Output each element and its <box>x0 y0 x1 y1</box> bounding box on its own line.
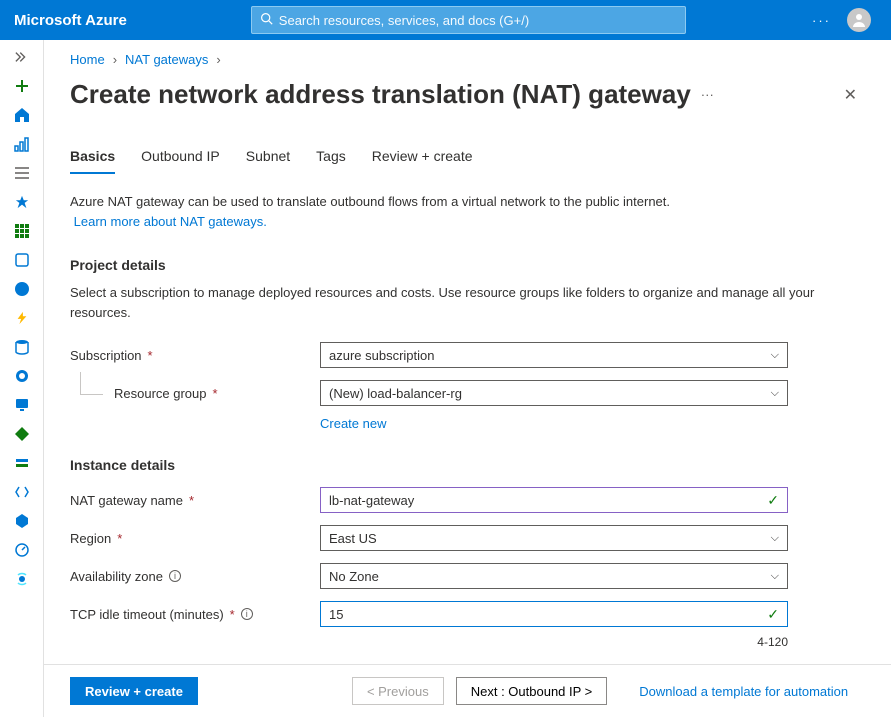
nat-gateway-name-input[interactable]: lb-nat-gateway ✓ <box>320 487 788 513</box>
availability-zone-select[interactable]: No Zone ⌵ <box>320 563 788 589</box>
info-icon[interactable]: i <box>169 570 181 582</box>
instance-details-heading: Instance details <box>70 457 865 473</box>
all-services-icon[interactable] <box>13 164 31 182</box>
learn-more-link[interactable]: Learn more about NAT gateways. <box>74 214 267 229</box>
breadcrumb-separator: › <box>216 52 220 67</box>
virtual-machines-icon[interactable] <box>13 396 31 414</box>
required-icon: * <box>189 493 194 508</box>
region-label: Region <box>70 531 111 546</box>
monitor-icon[interactable] <box>13 541 31 559</box>
advisor-icon[interactable] <box>13 570 31 588</box>
close-icon[interactable]: ✕ <box>836 81 865 109</box>
info-icon[interactable]: i <box>241 608 253 620</box>
create-resource-icon[interactable] <box>13 77 31 95</box>
review-create-button[interactable]: Review + create <box>70 677 198 705</box>
all-resources-icon[interactable] <box>13 222 31 240</box>
valid-check-icon: ✓ <box>767 492 779 509</box>
tcp-timeout-label: TCP idle timeout (minutes) <box>70 607 224 622</box>
breadcrumb-separator: › <box>113 52 117 67</box>
valid-check-icon: ✓ <box>767 606 779 623</box>
load-balancers-icon[interactable] <box>13 425 31 443</box>
tab-basics[interactable]: Basics <box>70 148 115 174</box>
dashboard-icon[interactable] <box>13 135 31 153</box>
chevron-down-icon: ⌵ <box>771 532 779 545</box>
chevron-down-icon: ⌵ <box>771 349 779 362</box>
search-icon <box>260 12 273 28</box>
subscription-value: azure subscription <box>329 348 435 363</box>
page-actions-icon[interactable]: ··· <box>701 87 714 102</box>
required-icon: * <box>230 607 235 622</box>
required-icon: * <box>213 386 218 401</box>
resource-groups-icon[interactable] <box>13 251 31 269</box>
project-details-sub: Select a subscription to manage deployed… <box>70 283 865 322</box>
resource-group-value: (New) load-balancer-rg <box>329 386 462 401</box>
chevron-down-icon: ⌵ <box>771 570 779 583</box>
storage-accounts-icon[interactable] <box>13 454 31 472</box>
region-select[interactable]: East US ⌵ <box>320 525 788 551</box>
required-icon: * <box>148 348 153 363</box>
brand-logo[interactable]: Microsoft Azure <box>0 12 151 29</box>
previous-button: < Previous <box>352 677 444 705</box>
favorites-icon[interactable] <box>13 193 31 211</box>
availability-zone-value: No Zone <box>329 569 379 584</box>
download-template-link[interactable]: Download a template for automation <box>639 684 848 699</box>
home-icon[interactable] <box>13 106 31 124</box>
tab-review-create[interactable]: Review + create <box>372 148 473 174</box>
availability-zone-label: Availability zone <box>70 569 163 584</box>
sql-databases-icon[interactable] <box>13 338 31 356</box>
required-icon: * <box>117 531 122 546</box>
chevron-down-icon: ⌵ <box>771 387 779 400</box>
cosmos-db-icon[interactable] <box>13 367 31 385</box>
tabs: Basics Outbound IP Subnet Tags Review + … <box>70 148 865 174</box>
function-app-icon[interactable] <box>13 309 31 327</box>
tab-tags[interactable]: Tags <box>316 148 346 174</box>
search-placeholder: Search resources, services, and docs (G+… <box>279 13 529 28</box>
top-bar: Microsoft Azure Search resources, servic… <box>0 0 891 40</box>
page-description: Azure NAT gateway can be used to transla… <box>70 194 670 209</box>
wizard-footer: Review + create < Previous Next : Outbou… <box>44 664 891 717</box>
virtual-networks-icon[interactable] <box>13 483 31 501</box>
subscription-label: Subscription <box>70 348 142 363</box>
resource-group-select[interactable]: (New) load-balancer-rg ⌵ <box>320 380 788 406</box>
side-nav <box>0 40 44 717</box>
tab-outbound-ip[interactable]: Outbound IP <box>141 148 220 174</box>
tcp-timeout-range: 4-120 <box>320 635 788 649</box>
expand-nav-icon[interactable] <box>13 48 31 66</box>
page-title: Create network address translation (NAT)… <box>70 79 691 110</box>
app-services-icon[interactable] <box>13 280 31 298</box>
nat-gateway-name-label: NAT gateway name <box>70 493 183 508</box>
nat-gateway-name-value: lb-nat-gateway <box>329 493 414 508</box>
region-value: East US <box>329 531 377 546</box>
tcp-timeout-value: 15 <box>329 607 343 622</box>
global-search[interactable]: Search resources, services, and docs (G+… <box>251 6 686 34</box>
resource-group-label: Resource group <box>114 386 207 401</box>
next-button[interactable]: Next : Outbound IP > <box>456 677 608 705</box>
subscription-select[interactable]: azure subscription ⌵ <box>320 342 788 368</box>
user-avatar[interactable] <box>847 8 871 32</box>
tab-subnet[interactable]: Subnet <box>246 148 290 174</box>
tcp-timeout-input[interactable]: 15 ✓ <box>320 601 788 627</box>
breadcrumb-nat-gateways[interactable]: NAT gateways <box>125 52 208 67</box>
create-new-rg-link[interactable]: Create new <box>320 416 386 431</box>
azure-ad-icon[interactable] <box>13 512 31 530</box>
breadcrumb: Home › NAT gateways › <box>70 52 865 67</box>
breadcrumb-home[interactable]: Home <box>70 52 105 67</box>
project-details-heading: Project details <box>70 257 865 273</box>
page-content: Home › NAT gateways › Create network add… <box>44 40 891 717</box>
more-icon[interactable]: ··· <box>812 13 831 28</box>
